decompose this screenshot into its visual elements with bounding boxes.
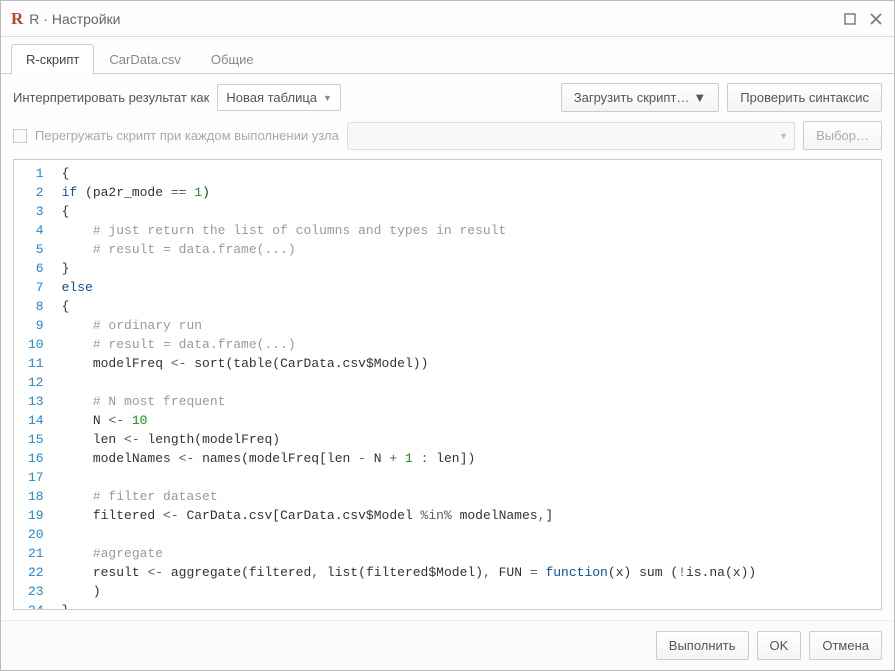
code-editor[interactable]: 1234567891011121314151617181920212223242… — [13, 159, 882, 610]
tab-cardata[interactable]: CarData.csv — [94, 44, 196, 74]
toolbar-primary: Интерпретировать результат как Новая таб… — [1, 74, 894, 121]
dialog-footer: Выполнить OK Отмена — [1, 620, 894, 670]
maximize-icon[interactable] — [842, 11, 858, 27]
interpret-label: Интерпретировать результат как — [13, 90, 209, 105]
interpret-value: Новая таблица — [226, 90, 317, 105]
reload-checkbox[interactable] — [13, 129, 27, 143]
caret-down-icon: ▼ — [779, 131, 788, 141]
tabs: R-скрипт CarData.csv Общие — [1, 37, 894, 74]
execute-button[interactable]: Выполнить — [656, 631, 749, 660]
script-path-select: ▼ — [347, 122, 795, 150]
window-title: R · Настройки — [29, 11, 120, 27]
tab-general[interactable]: Общие — [196, 44, 269, 74]
close-icon[interactable] — [868, 11, 884, 27]
settings-dialog: R R · Настройки R-скрипт CarData.csv Общ… — [0, 0, 895, 671]
line-gutter: 1234567891011121314151617181920212223242… — [14, 160, 54, 610]
titlebar: R R · Настройки — [1, 1, 894, 37]
interpret-select[interactable]: Новая таблица ▼ — [217, 84, 341, 111]
cancel-button[interactable]: Отмена — [809, 631, 882, 660]
load-script-label: Загрузить скрипт… — [574, 90, 690, 105]
reload-label: Перегружать скрипт при каждом выполнении… — [35, 128, 339, 143]
caret-down-icon: ▼ — [693, 90, 706, 105]
app-logo: R — [11, 9, 23, 29]
caret-down-icon: ▼ — [323, 93, 332, 103]
load-script-button[interactable]: Загрузить скрипт… ▼ — [561, 83, 720, 112]
toolbar-secondary: Перегружать скрипт при каждом выполнении… — [1, 121, 894, 159]
choose-button[interactable]: Выбор… — [803, 121, 882, 150]
tab-r-script[interactable]: R-скрипт — [11, 44, 94, 74]
code-area[interactable]: {if (pa2r_mode == 1){ # just return the … — [54, 160, 765, 610]
check-syntax-button[interactable]: Проверить синтаксис — [727, 83, 882, 112]
ok-button[interactable]: OK — [757, 631, 802, 660]
